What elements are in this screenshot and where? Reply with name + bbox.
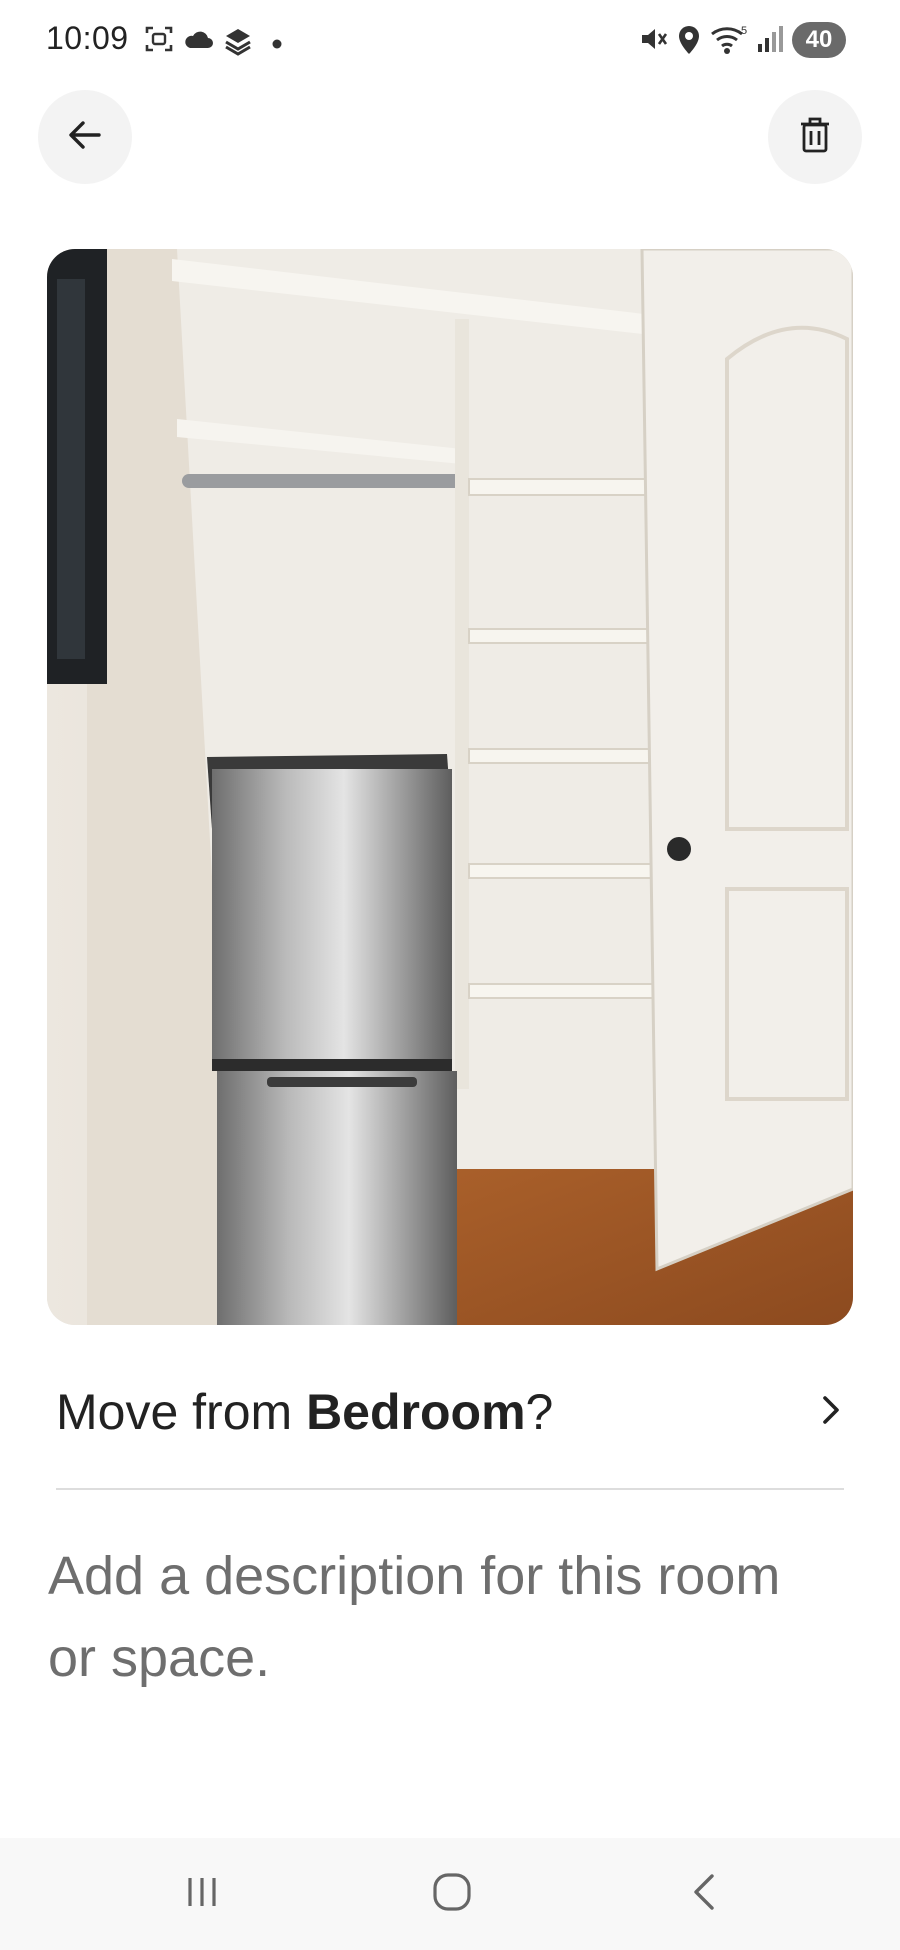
nav-back-icon <box>684 1870 724 1919</box>
trash-icon <box>798 116 832 159</box>
navigation-bar <box>0 1838 900 1950</box>
chevron-right-icon <box>816 1393 846 1432</box>
back-button[interactable] <box>38 90 132 184</box>
delete-button[interactable] <box>768 90 862 184</box>
home-button[interactable] <box>412 1866 492 1922</box>
move-suffix: ? <box>525 1384 554 1440</box>
battery-indicator: 40 <box>792 22 846 58</box>
recents-icon <box>182 1872 222 1917</box>
wifi-icon: 5 <box>710 24 748 61</box>
closet-with-refrigerator-photo[interactable] <box>47 249 853 1325</box>
stack-icon <box>222 24 254 61</box>
screenshot-icon <box>144 24 174 59</box>
recents-button[interactable] <box>162 1866 242 1922</box>
svg-text:5: 5 <box>741 25 747 37</box>
nav-back-button[interactable] <box>664 1866 744 1922</box>
dot-icon <box>272 36 282 54</box>
description-field[interactable]: Add a description for this room or space… <box>48 1535 838 1699</box>
move-prefix: Move from <box>56 1384 307 1440</box>
home-icon <box>430 1870 474 1919</box>
location-icon <box>676 24 702 61</box>
status-time: 10:09 <box>46 20 129 56</box>
cloud-icon <box>182 28 214 55</box>
arrow-left-icon <box>65 115 105 160</box>
signal-icon <box>756 24 784 59</box>
status-bar: 10:09 5 40 <box>0 0 900 84</box>
divider <box>56 1488 844 1490</box>
mute-icon <box>638 24 668 59</box>
move-room-text: Move from Bedroom? <box>56 1383 553 1441</box>
room-name: Bedroom <box>306 1384 526 1440</box>
move-room-row[interactable]: Move from Bedroom? <box>56 1372 846 1452</box>
